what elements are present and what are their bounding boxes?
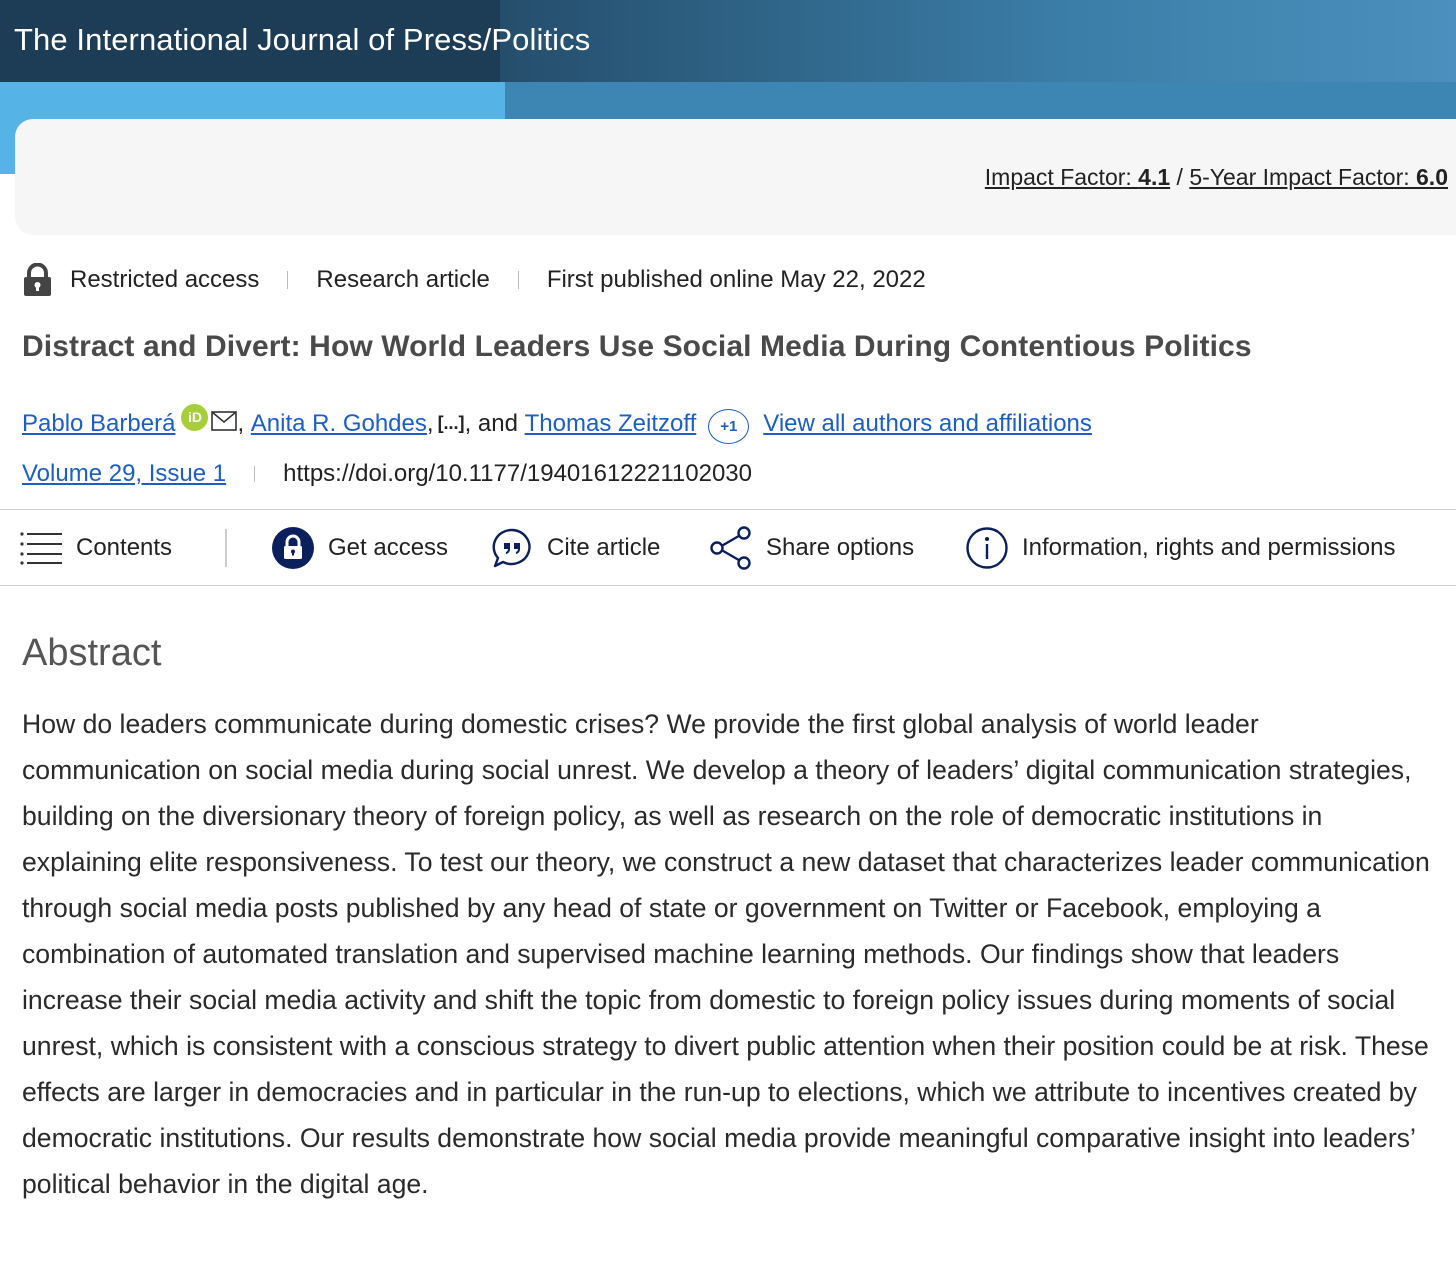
volume-issue-link[interactable]: Volume 29, Issue 1 [22, 460, 226, 488]
list-icon [20, 531, 62, 565]
info-icon [966, 526, 1008, 569]
divider [254, 466, 256, 482]
cite-label: Cite article [547, 533, 661, 561]
share-label: Share options [766, 533, 915, 561]
journal-banner: The International Journal of Press/Polit… [0, 0, 1456, 82]
journal-title[interactable]: The International Journal of Press/Polit… [14, 22, 590, 58]
five-year-label: 5-Year Impact Factor: [1189, 164, 1417, 190]
article-toolbar: Contents Get access Cite article Share o… [0, 509, 1456, 586]
citation-info: Volume 29, Issue 1 https://doi.org/10.11… [22, 460, 752, 488]
impact-factor-link[interactable]: Impact Factor: 4.1 [985, 164, 1170, 190]
abstract-heading: Abstract [22, 632, 162, 674]
contents-label: Contents [76, 533, 173, 561]
article-meta: Restricted access Research article First… [22, 262, 926, 298]
hidden-authors-ellipsis[interactable]: [...] [438, 413, 465, 434]
get-access-label: Get access [328, 533, 449, 561]
article-title: Distract and Divert: How World Leaders U… [22, 330, 1252, 363]
toolbar-divider [225, 529, 227, 567]
contents-button[interactable]: Contents [20, 510, 172, 585]
info-rights-button[interactable]: Information, rights and permissions [966, 510, 1396, 585]
quote-bubble-icon [492, 528, 531, 567]
cite-article-button[interactable]: Cite article [491, 510, 660, 585]
access-status: Restricted access [70, 266, 260, 293]
orcid-icon[interactable]: iD [181, 404, 209, 431]
get-access-button[interactable]: Get access [272, 510, 448, 585]
view-all-authors-link[interactable]: View all authors and affiliations [763, 410, 1092, 438]
article-type: Research article [316, 266, 490, 293]
more-authors-badge[interactable]: +1 [708, 409, 750, 444]
impact-factor: Impact Factor: 4.1 / 5-Year Impact Facto… [985, 164, 1448, 191]
mail-icon[interactable] [211, 410, 238, 431]
publish-date: First published online May 22, 2022 [546, 266, 926, 293]
comma: , [426, 409, 434, 437]
author-link-barbera[interactable]: Pablo Barberá [22, 410, 175, 438]
doi-text: https://doi.org/10.1177/1940161222110203… [283, 460, 752, 487]
divider [287, 271, 289, 289]
author-list: Pablo Barberá iD , Anita R. Gohdes , [..… [22, 404, 1092, 444]
lock-icon [24, 263, 51, 296]
share-options-button[interactable]: Share options [710, 510, 914, 585]
impact-separator: / [1176, 164, 1183, 190]
impact-factor-value: 4.1 [1138, 164, 1171, 190]
abstract-text: How do leaders communicate during domest… [22, 709, 1430, 1199]
info-label: Information, rights and permissions [1022, 533, 1396, 561]
impact-factor-label: Impact Factor: [984, 164, 1139, 190]
five-year-impact-link[interactable]: 5-Year Impact Factor: 6.0 [1189, 164, 1448, 190]
share-icon [710, 525, 751, 570]
divider [517, 271, 519, 289]
comma: , [237, 409, 251, 437]
author-link-gohdes[interactable]: Anita R. Gohdes [251, 410, 427, 438]
access-lock-icon [272, 526, 314, 569]
and-text: , and [464, 409, 518, 437]
author-link-zeitzoff[interactable]: Thomas Zeitzoff [525, 410, 697, 438]
five-year-value: 6.0 [1416, 164, 1448, 190]
